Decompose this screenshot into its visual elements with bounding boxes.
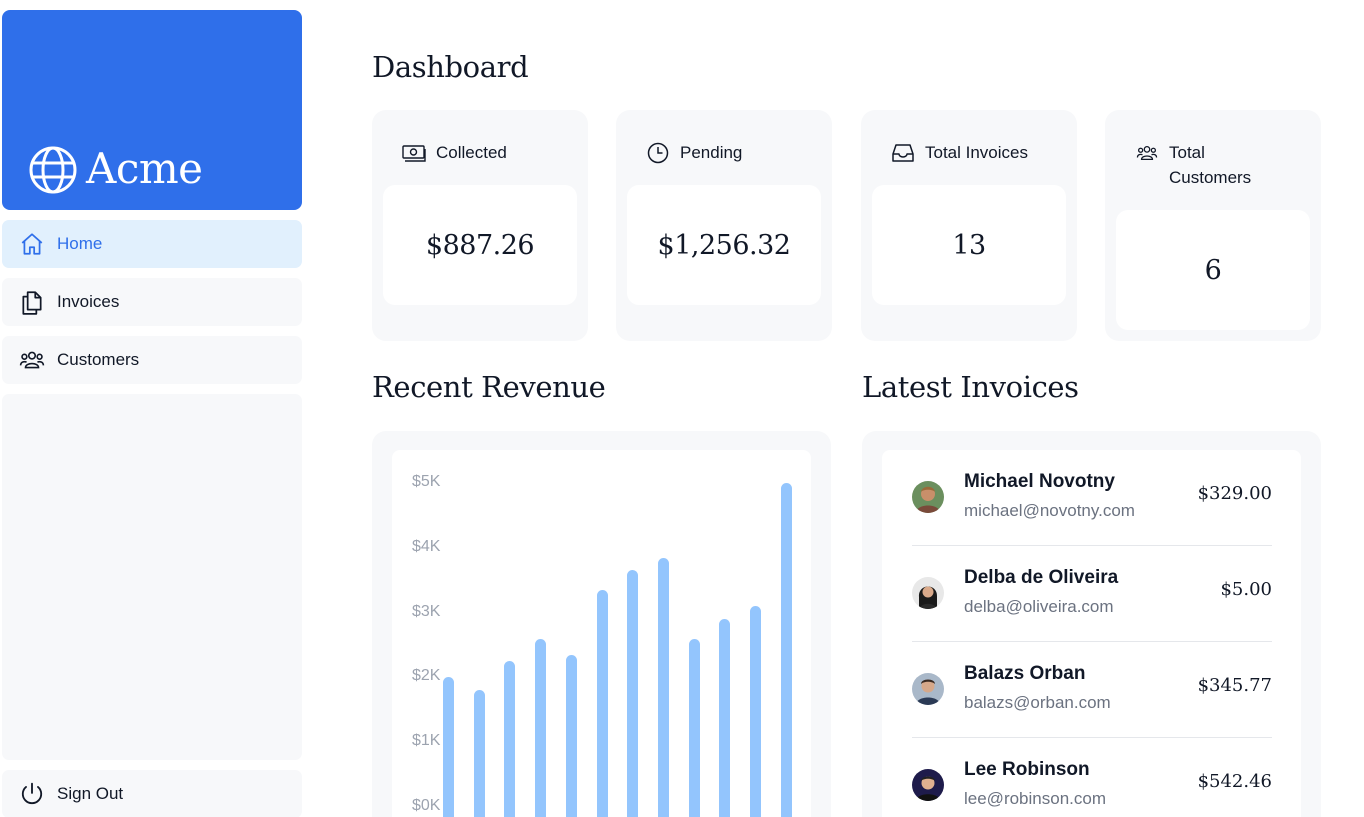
card-value: 13 bbox=[872, 185, 1066, 305]
latest-invoices-panel: Michael Novotny michael@novotny.com $329… bbox=[862, 431, 1321, 817]
card-value: $1,256.32 bbox=[627, 185, 821, 305]
inbox-icon bbox=[891, 142, 915, 164]
invoice-row[interactable]: Balazs Orban balazs@orban.com $345.77 bbox=[912, 642, 1272, 738]
revenue-bar[interactable] bbox=[596, 589, 608, 817]
y-axis-tick: $5K bbox=[412, 473, 441, 490]
invoice-customer-name: Balazs Orban bbox=[964, 663, 1086, 684]
invoice-customer-email: lee@robinson.com bbox=[964, 789, 1106, 808]
y-axis-tick: $1K bbox=[412, 732, 441, 750]
avatar bbox=[912, 577, 944, 609]
revenue-bar[interactable] bbox=[535, 638, 547, 817]
card-total-invoices: Total Invoices 13 bbox=[861, 110, 1077, 341]
invoice-customer-name: Lee Robinson bbox=[964, 759, 1090, 780]
latest-invoices-title: Latest Invoices bbox=[862, 370, 1079, 404]
invoice-row[interactable]: Lee Robinson lee@robinson.com $542.46 bbox=[912, 738, 1272, 817]
card-value: 6 bbox=[1116, 210, 1310, 330]
avatar bbox=[912, 481, 944, 513]
invoice-customer-name: Delba de Oliveira bbox=[964, 567, 1119, 588]
revenue-bar[interactable] bbox=[780, 483, 792, 817]
card-label: Total Customers bbox=[1169, 143, 1252, 187]
invoice-customer-email: balazs@orban.com bbox=[964, 693, 1111, 712]
y-axis-tick: $4K bbox=[412, 537, 441, 555]
revenue-chart: $5K $4K $3K $2K $1K $0K bbox=[392, 450, 811, 817]
globe-icon bbox=[29, 146, 77, 194]
power-icon bbox=[19, 781, 45, 807]
clock-icon bbox=[646, 142, 670, 164]
sidebar-item-label: Invoices bbox=[57, 292, 120, 311]
users-icon bbox=[19, 347, 45, 373]
documents-icon bbox=[19, 289, 45, 315]
invoice-amount: $345.77 bbox=[1197, 675, 1272, 696]
logo-banner[interactable]: Acme bbox=[2, 10, 302, 210]
card-total-customers: Total Customers 6 bbox=[1105, 110, 1321, 341]
revenue-bar[interactable] bbox=[473, 690, 485, 817]
invoice-customer-name: Michael Novotny bbox=[964, 471, 1115, 492]
card-label: Pending bbox=[680, 143, 743, 162]
invoice-amount: $5.00 bbox=[1220, 579, 1272, 600]
revenue-bar[interactable] bbox=[657, 557, 669, 817]
sign-out-button[interactable]: Sign Out bbox=[2, 770, 302, 817]
revenue-bar[interactable] bbox=[719, 619, 731, 817]
invoice-amount: $542.46 bbox=[1197, 771, 1272, 792]
invoice-row[interactable]: Michael Novotny michael@novotny.com $329… bbox=[912, 450, 1272, 546]
revenue-bar[interactable] bbox=[443, 677, 454, 817]
card-label: Total Invoices bbox=[925, 143, 1028, 162]
revenue-chart-panel: $5K $4K $3K $2K $1K $0K bbox=[372, 431, 831, 817]
invoice-customer-email: michael@novotny.com bbox=[964, 501, 1135, 520]
user-group-icon bbox=[1135, 142, 1159, 164]
y-axis-tick: $2K bbox=[412, 667, 441, 685]
invoice-list: Michael Novotny michael@novotny.com $329… bbox=[882, 450, 1301, 817]
y-axis-tick: $3K bbox=[412, 602, 441, 620]
avatar bbox=[912, 769, 944, 801]
app-name: Acme bbox=[86, 144, 203, 193]
card-label: Collected bbox=[436, 143, 507, 162]
card-collected: Collected $887.26 bbox=[372, 110, 588, 341]
sidebar-item-customers[interactable]: Customers bbox=[2, 336, 302, 384]
revenue-title: Recent Revenue bbox=[372, 370, 606, 404]
banknotes-icon bbox=[402, 142, 426, 164]
revenue-bar[interactable] bbox=[565, 654, 577, 817]
revenue-bar[interactable] bbox=[688, 638, 700, 817]
sidebar-item-home[interactable]: Home bbox=[2, 220, 302, 268]
card-value: $887.26 bbox=[383, 185, 577, 305]
avatar bbox=[912, 673, 944, 705]
page-title: Dashboard bbox=[372, 50, 529, 84]
revenue-bar[interactable] bbox=[627, 570, 639, 817]
revenue-bar[interactable] bbox=[750, 606, 761, 817]
sidebar-item-label: Home bbox=[57, 234, 103, 253]
sign-out-label: Sign Out bbox=[57, 784, 124, 803]
y-axis-tick: $0K bbox=[412, 797, 441, 814]
home-icon bbox=[19, 231, 45, 257]
invoice-row[interactable]: Delba de Oliveira delba@oliveira.com $5.… bbox=[912, 546, 1272, 642]
sidebar-spacer bbox=[2, 394, 302, 760]
invoice-customer-email: delba@oliveira.com bbox=[964, 597, 1114, 616]
sidebar-item-invoices[interactable]: Invoices bbox=[2, 278, 302, 326]
invoice-amount: $329.00 bbox=[1197, 483, 1272, 504]
sidebar-item-label: Customers bbox=[57, 350, 140, 369]
revenue-bar[interactable] bbox=[504, 661, 516, 817]
card-pending: Pending $1,256.32 bbox=[616, 110, 832, 341]
